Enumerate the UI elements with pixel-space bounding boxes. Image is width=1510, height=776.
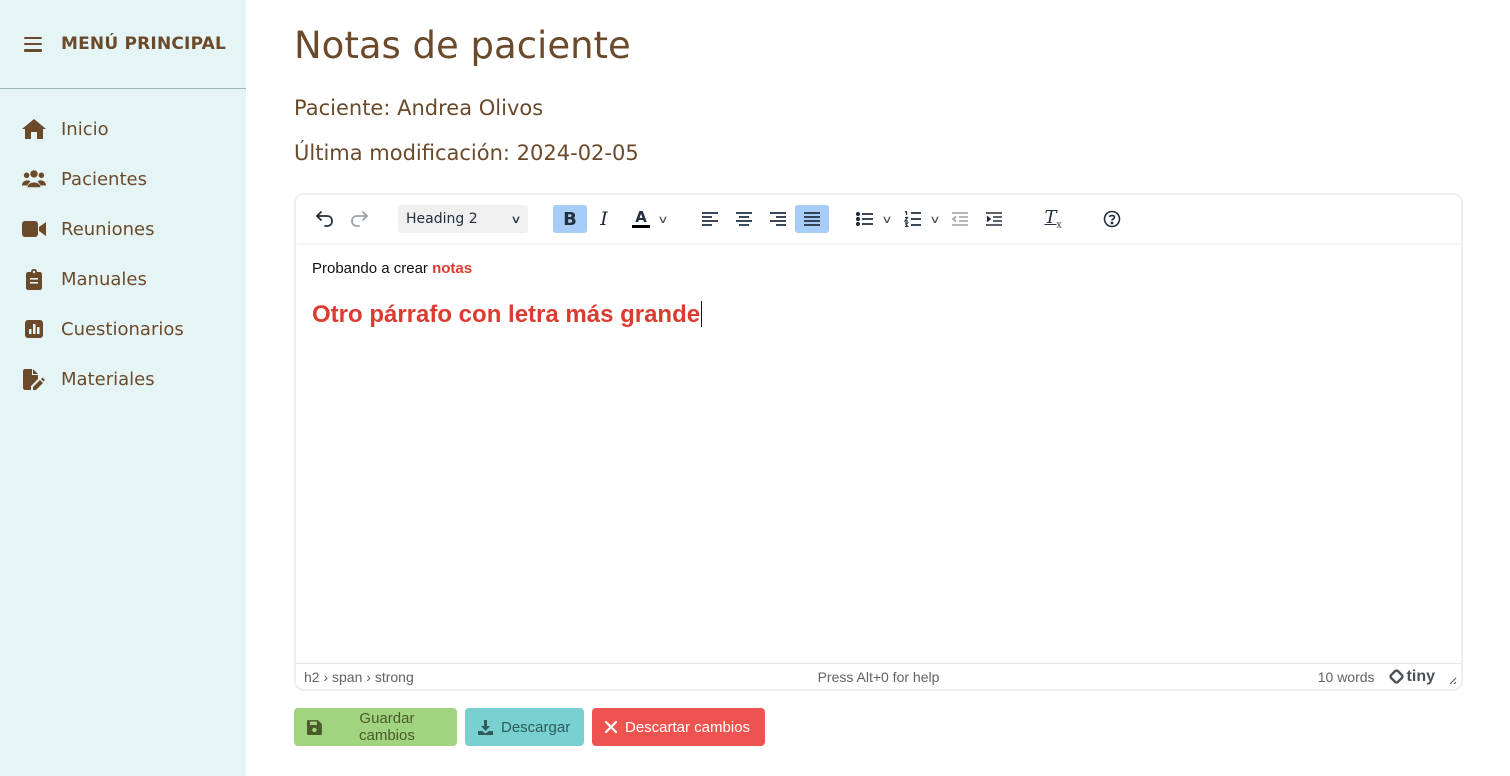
- element-path[interactable]: h2 › span › strong: [304, 669, 414, 685]
- clear-formatting-icon: Tx: [1044, 207, 1062, 231]
- paragraph-strong-text: notas: [432, 260, 473, 277]
- text-caret: [701, 301, 703, 327]
- help-button[interactable]: [1095, 205, 1129, 233]
- close-icon: [605, 721, 617, 733]
- outdent-button[interactable]: [943, 205, 977, 233]
- clear-formatting-button[interactable]: Tx: [1036, 205, 1070, 233]
- floppy-disk-icon: [307, 719, 322, 735]
- editor-statusbar: h2 › span › strong Press Alt+0 for help …: [296, 663, 1461, 689]
- text-color-swatch: [632, 225, 650, 228]
- bullet-list-split-button[interactable]: ∨: [851, 205, 895, 233]
- download-button-label: Descargar: [501, 718, 571, 736]
- editor-toolbar: Heading 2 ∨ B I A ∨ ∨ ∨ Tx: [296, 195, 1461, 243]
- sidebar-item-label: Reuniones: [61, 218, 155, 240]
- bullet-list-icon: [856, 212, 873, 226]
- help-hint: Press Alt+0 for help: [817, 668, 940, 685]
- redo-button[interactable]: [342, 205, 376, 233]
- block-format-select[interactable]: Heading 2 ∨: [398, 205, 528, 233]
- sidebar-item-inicio[interactable]: Inicio: [0, 104, 246, 154]
- align-left-button[interactable]: [693, 205, 727, 233]
- patient-name: Paciente: Andrea Olivos: [294, 96, 544, 120]
- block-format-value: Heading 2: [406, 211, 478, 227]
- indent-icon: [986, 212, 1002, 226]
- discard-button-label: Descartar cambios: [625, 718, 751, 736]
- download-button[interactable]: Descargar: [465, 708, 584, 746]
- bullet-list-button[interactable]: [851, 205, 879, 233]
- sidebar-item-label: Inicio: [61, 118, 109, 140]
- help-icon: [1103, 210, 1121, 228]
- align-justify-icon: [804, 212, 820, 226]
- tiny-brand-text: tiny: [1406, 667, 1435, 685]
- numbered-list-split-button[interactable]: ∨: [899, 205, 943, 233]
- sidebar-item-label: Cuestionarios: [61, 318, 184, 340]
- chevron-down-icon[interactable]: ∨: [652, 213, 674, 226]
- undo-button[interactable]: [308, 205, 342, 233]
- content-heading: Otro párrafo con letra más grande: [312, 301, 1445, 329]
- tiny-logo-icon: [1387, 668, 1405, 685]
- bold-button[interactable]: B: [553, 205, 587, 233]
- outdent-icon: [951, 212, 968, 226]
- download-icon: [478, 719, 493, 735]
- file-pen-icon: [22, 368, 46, 390]
- sidebar-item-pacientes[interactable]: Pacientes: [0, 154, 246, 204]
- text-color-icon: A: [635, 208, 647, 226]
- sidebar-nav: Inicio Pacientes Reuniones Manuales Cues…: [0, 89, 246, 404]
- clipboard-icon: [22, 268, 46, 290]
- align-left-icon: [702, 212, 718, 226]
- video-camera-icon: [22, 218, 46, 240]
- text-color-button[interactable]: A: [627, 205, 655, 233]
- home-icon: [22, 118, 46, 140]
- undo-icon: [316, 211, 333, 227]
- indent-button[interactable]: [977, 205, 1011, 233]
- rich-text-editor: Heading 2 ∨ B I A ∨ ∨ ∨ Tx Probando a cr…: [294, 193, 1463, 691]
- last-modified: Última modificación: 2024-02-05: [294, 141, 639, 165]
- users-icon: [22, 168, 46, 190]
- numbered-list-button[interactable]: [899, 205, 927, 233]
- sidebar-item-cuestionarios[interactable]: Cuestionarios: [0, 304, 246, 354]
- heading-text: Otro párrafo con letra más grande: [312, 301, 701, 328]
- chevron-down-icon[interactable]: ∨: [876, 213, 898, 226]
- align-right-icon: [770, 212, 786, 226]
- text-color-split-button[interactable]: A ∨: [627, 205, 671, 233]
- word-count[interactable]: 10 words: [1318, 669, 1375, 685]
- editor-content-area[interactable]: Probando a crear notas Otro párrafo con …: [296, 243, 1461, 663]
- paragraph-text: Probando a crear: [312, 260, 428, 277]
- resize-handle-icon[interactable]: [1447, 675, 1457, 685]
- content-paragraph: Probando a crear notas: [312, 260, 1445, 277]
- align-right-button[interactable]: [761, 205, 795, 233]
- bar-chart-icon: [22, 318, 46, 340]
- action-buttons: Guardar cambios Descargar Descartar camb…: [294, 708, 765, 746]
- chevron-down-icon[interactable]: ∨: [924, 213, 946, 226]
- redo-icon: [351, 211, 368, 227]
- sidebar: MENÚ PRINCIPAL Inicio Pacientes Reunione…: [0, 0, 246, 776]
- sidebar-item-reuniones[interactable]: Reuniones: [0, 204, 246, 254]
- numbered-list-icon: [904, 211, 921, 227]
- align-center-icon: [736, 212, 752, 226]
- sidebar-item-materiales[interactable]: Materiales: [0, 354, 246, 404]
- sidebar-header: MENÚ PRINCIPAL: [0, 0, 246, 89]
- page-title: Notas de paciente: [294, 24, 631, 67]
- align-justify-button[interactable]: [795, 205, 829, 233]
- sidebar-item-label: Pacientes: [61, 168, 147, 190]
- chevron-down-icon: ∨: [510, 212, 522, 226]
- tiny-brand-link[interactable]: tiny: [1387, 667, 1435, 686]
- menu-title: MENÚ PRINCIPAL: [61, 34, 227, 54]
- save-button[interactable]: Guardar cambios: [294, 708, 457, 746]
- save-button-label: Guardar cambios: [359, 710, 415, 744]
- italic-icon: I: [600, 208, 608, 230]
- italic-button[interactable]: I: [587, 205, 621, 233]
- bold-icon: B: [563, 208, 577, 230]
- hamburger-menu-icon[interactable]: [24, 36, 42, 52]
- sidebar-item-manuales[interactable]: Manuales: [0, 254, 246, 304]
- sidebar-item-label: Materiales: [61, 368, 155, 390]
- sidebar-item-label: Manuales: [61, 268, 147, 290]
- discard-button[interactable]: Descartar cambios: [592, 708, 765, 746]
- align-center-button[interactable]: [727, 205, 761, 233]
